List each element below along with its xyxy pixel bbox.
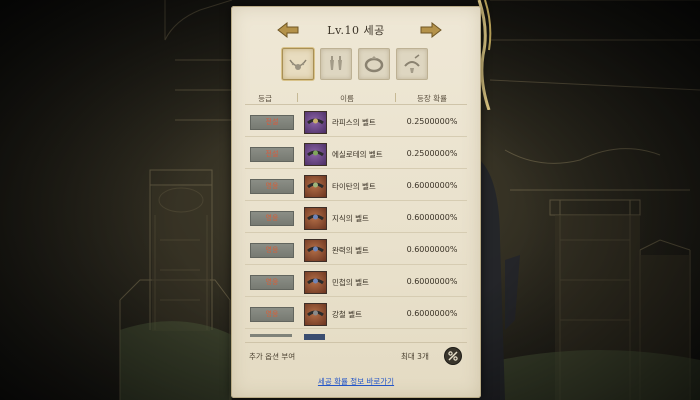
crafting-probability-panel: Lv.10 세공 등급 이름 등장 확률 전설 라피스의 벨트 0.250000… [231, 6, 481, 398]
belt-item-icon [304, 303, 327, 326]
item-name: 라피스의 벨트 [332, 118, 376, 127]
item-name: 완력의 벨트 [332, 246, 369, 255]
ring-icon [364, 56, 384, 73]
earring-icon [330, 56, 342, 70]
tab-belt[interactable] [396, 48, 428, 80]
bracelet-icon [404, 54, 420, 73]
table-row: 영웅 민첩의 벨트 0.6000000% [245, 267, 467, 297]
necklace-icon [289, 59, 307, 70]
extra-option-label: 추가 옵션 부여 [249, 352, 296, 361]
belt-item-icon [304, 111, 327, 134]
grade-badge: 전설 [250, 115, 294, 130]
grade-badge: 영웅 [250, 179, 294, 194]
game-scene: Lv.10 세공 등급 이름 등장 확률 전설 라피스의 벨트 0.250000… [0, 0, 700, 400]
grade-badge: 영웅 [250, 243, 294, 258]
item-probability: 0.6000000% [406, 309, 458, 318]
column-name: 이름 [340, 94, 354, 103]
item-probability: 0.6000000% [406, 213, 458, 222]
item-probability: 0.6000000% [406, 181, 458, 190]
grade-badge: 영웅 [250, 307, 294, 322]
table-row: 전설 라피스의 벨트 0.2500000% [245, 107, 467, 137]
item-probability: 0.2500000% [406, 117, 458, 126]
table-row-partial [245, 334, 467, 340]
item-probability: 0.6000000% [406, 277, 458, 286]
crafting-probability-info-link[interactable]: 세공 확률 정보 바로가기 [231, 376, 481, 387]
footer-divider [245, 342, 467, 343]
tab-ring[interactable] [358, 48, 390, 80]
grade-badge: 영웅 [250, 211, 294, 226]
item-name: 강철 벨트 [332, 310, 362, 319]
item-name: 지식의 벨트 [332, 214, 369, 223]
column-probability: 등장 확률 [417, 94, 447, 103]
belt-item-icon [304, 271, 327, 294]
tab-earring[interactable] [320, 48, 352, 80]
table-row: 영웅 강철 벨트 0.6000000% [245, 299, 467, 329]
panel-title: Lv.10 세공 [327, 24, 385, 37]
item-name: 민첩의 벨트 [332, 278, 369, 287]
item-probability: 0.6000000% [406, 245, 458, 254]
item-list[interactable]: 전설 라피스의 벨트 0.2500000% 전설 에실로테의 벨트 0.2500… [245, 107, 467, 339]
max-option-count: 최대 3개 [401, 352, 429, 361]
item-name: 에실로테의 벨트 [332, 150, 383, 159]
grade-badge: 전설 [250, 147, 294, 162]
belt-item-icon [304, 207, 327, 230]
belt-item-icon [304, 143, 327, 166]
item-name: 타이탄의 벨트 [332, 182, 376, 191]
next-level-arrow-icon[interactable] [420, 22, 442, 38]
column-grade: 등급 [258, 94, 272, 103]
grade-badge: 영웅 [250, 275, 294, 290]
table-row: 영웅 지식의 벨트 0.6000000% [245, 203, 467, 233]
table-header: 등급 이름 등장 확률 [245, 91, 467, 105]
table-row: 영웅 완력의 벨트 0.6000000% [245, 235, 467, 265]
belt-item-icon [304, 239, 327, 262]
percent-info-icon[interactable] [444, 347, 462, 365]
table-row: 전설 에실로테의 벨트 0.2500000% [245, 139, 467, 169]
tab-necklace[interactable] [282, 48, 314, 80]
item-probability: 0.2500000% [406, 149, 458, 158]
table-row: 영웅 타이탄의 벨트 0.6000000% [245, 171, 467, 201]
belt-item-icon [304, 175, 327, 198]
